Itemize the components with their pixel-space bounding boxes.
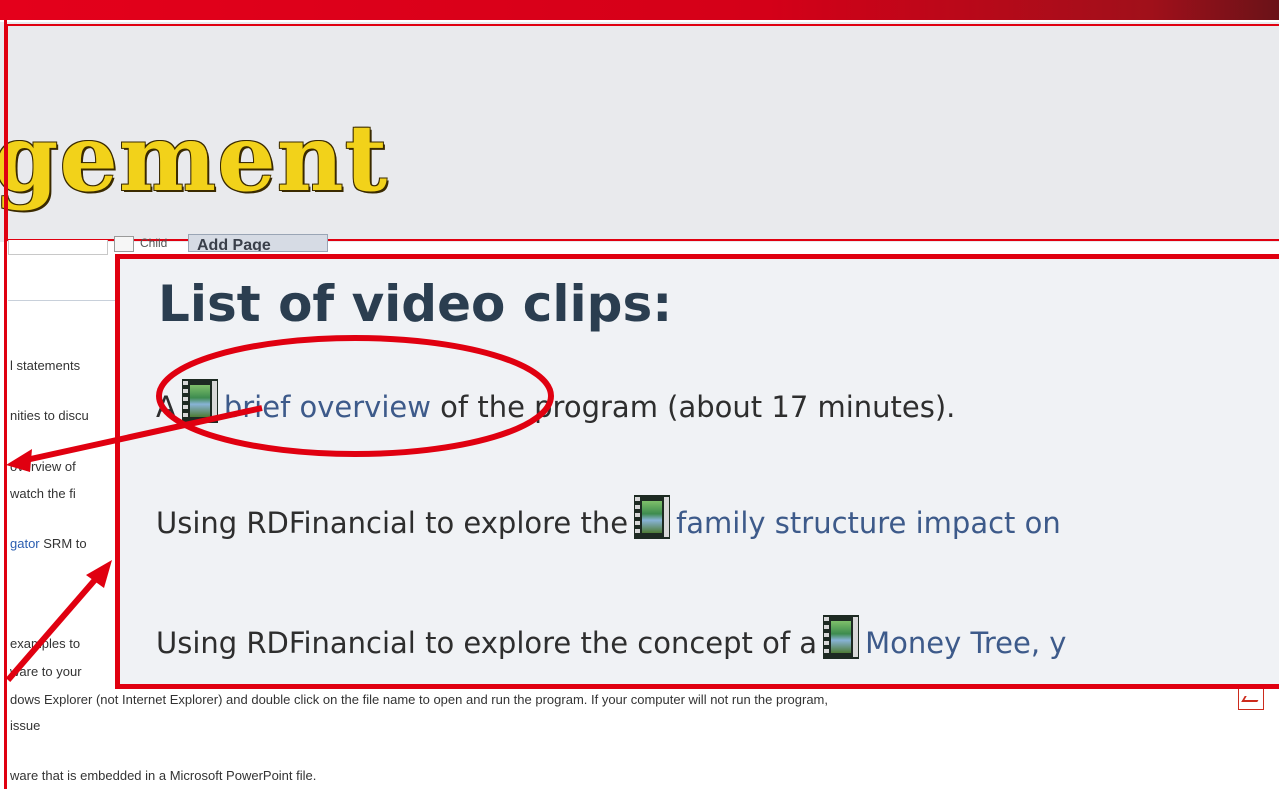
- panel-title: List of video clips:: [158, 275, 673, 333]
- clip-link-money-tree[interactable]: Money Tree, y: [865, 626, 1066, 660]
- add-page-button[interactable]: Add Page: [188, 234, 328, 252]
- clip-prefix: Using RDFinancial to explore the: [156, 506, 629, 540]
- clip-item: Using RDFinancial to explore the concept…: [156, 615, 1066, 663]
- child-label: Child: [140, 236, 168, 250]
- header-highlight-frame: [6, 24, 1279, 241]
- clip-prefix: A: [156, 390, 176, 424]
- body-text-line: ware that is embedded in a Microsoft Pow…: [10, 768, 317, 783]
- body-text-line: gator SRM to: [10, 536, 87, 551]
- body-text-fragment: SRM to: [43, 536, 87, 551]
- body-text-line: nities to discu: [10, 408, 89, 423]
- search-input[interactable]: [8, 240, 108, 255]
- top-color-bar: [0, 0, 1279, 20]
- body-text-line: l statements: [10, 358, 81, 373]
- clip-prefix: Using RDFinancial to explore the concept…: [156, 626, 818, 660]
- clip-link-family-structure[interactable]: family structure impact on: [676, 506, 1061, 540]
- body-text-line: dows Explorer (not Internet Explorer) an…: [10, 692, 828, 707]
- film-icon[interactable]: [634, 495, 671, 539]
- body-text-line: examples to: [10, 636, 81, 651]
- divider: [8, 300, 116, 301]
- body-text-line: watch the fi: [10, 486, 76, 501]
- left-annotation-line: [4, 20, 7, 789]
- clip-item: Using RDFinancial to explore the family s…: [156, 495, 1061, 543]
- clip-link-brief-overview[interactable]: brief overview: [224, 390, 431, 424]
- arrow-head: [86, 560, 112, 588]
- body-text-line: issue: [10, 718, 41, 733]
- clip-suffix: of the program (about 17 minutes).: [440, 390, 956, 424]
- video-clips-panel: List of video clips: Abrief overview of …: [115, 254, 1279, 689]
- body-text-line: overview of: [10, 459, 76, 474]
- film-icon[interactable]: [823, 615, 860, 659]
- child-checkbox[interactable]: [114, 236, 134, 252]
- clip-item: Abrief overview of the program (about 17…: [156, 379, 955, 427]
- pdf-icon[interactable]: [1238, 688, 1264, 710]
- body-text-line: ware to your: [10, 664, 82, 679]
- film-icon[interactable]: [181, 379, 218, 423]
- navigator-link[interactable]: gator: [10, 536, 40, 551]
